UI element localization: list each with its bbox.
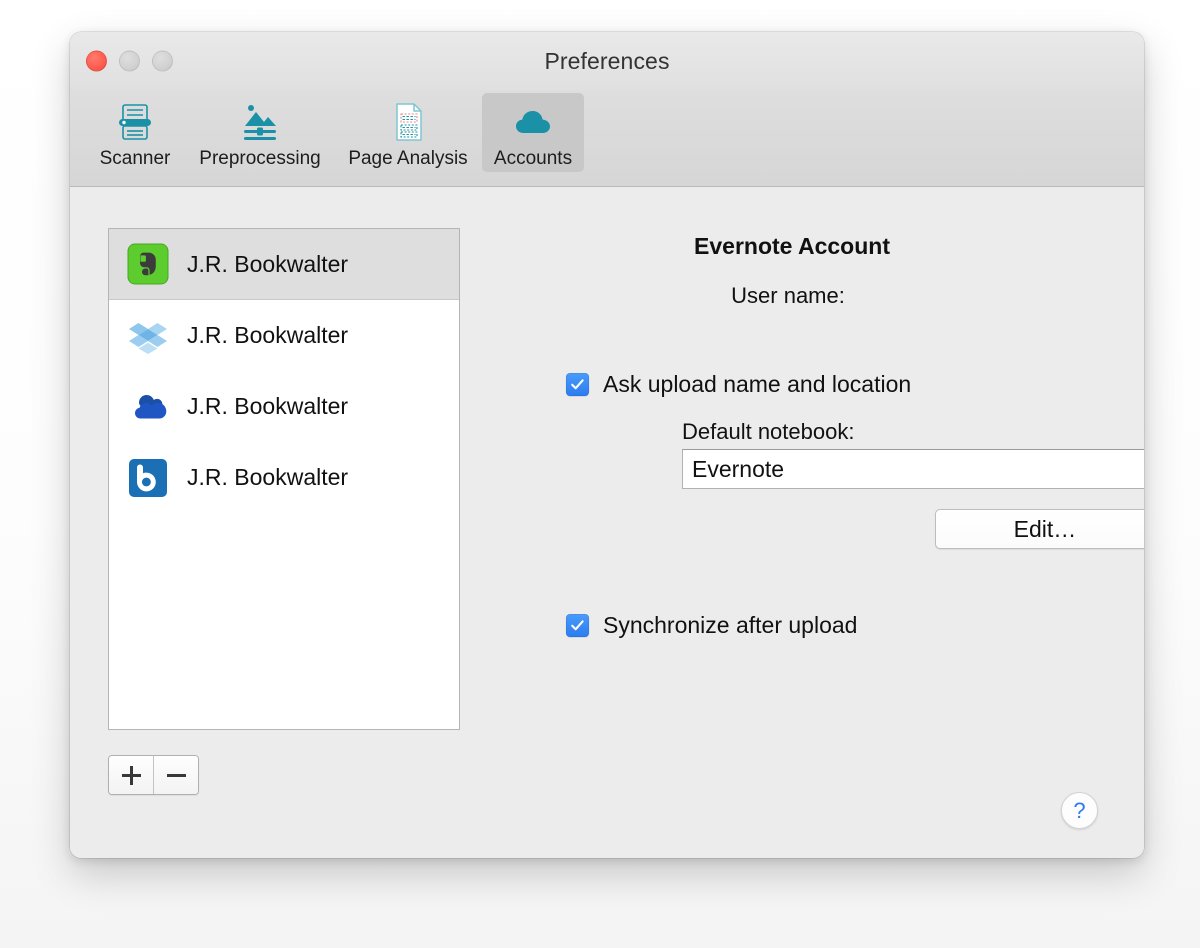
list-item[interactable]: J.R. Bookwalter [109, 300, 459, 371]
window-title: Preferences [544, 47, 670, 74]
evernote-icon [127, 243, 169, 285]
tab-accounts[interactable]: Accounts [482, 93, 584, 172]
username-label: User name: [731, 283, 845, 308]
close-window-button[interactable] [86, 50, 107, 72]
list-item[interactable]: J.R. Bookwalter [109, 229, 459, 300]
tab-preprocessing[interactable]: Preprocessing [186, 93, 334, 172]
traffic-lights [86, 50, 173, 72]
tab-scanner[interactable]: Scanner [84, 93, 186, 172]
minimize-window-button[interactable] [119, 50, 140, 72]
checkmark-icon [571, 379, 584, 390]
onedrive-icon [135, 394, 167, 418]
synchronize-label: Synchronize after upload [603, 612, 858, 638]
minus-icon [166, 766, 186, 785]
tab-accounts-label: Accounts [493, 148, 573, 169]
edit-button[interactable]: Edit… [935, 509, 1144, 549]
box-icon [129, 458, 167, 497]
tab-preprocessing-label: Preprocessing [199, 148, 321, 169]
list-item[interactable]: J.R. Bookwalter [109, 442, 459, 513]
image-adjust-icon [237, 99, 283, 145]
synchronize-checkbox[interactable] [566, 614, 589, 637]
ask-upload-row[interactable]: Ask upload name and location [566, 371, 911, 398]
list-item[interactable]: J.R. Bookwalter [109, 371, 459, 442]
preferences-window: Preferences Scanner Preprocessing Page A… [70, 32, 1144, 858]
list-item-label: J.R. Bookwalter [187, 393, 349, 419]
tab-scanner-label: Scanner [99, 148, 171, 169]
list-item-label: J.R. Bookwalter [187, 250, 349, 277]
page-title: Evernote Account [694, 233, 890, 259]
plus-icon [121, 765, 141, 785]
tab-page-analysis[interactable]: Page Analysis [334, 93, 482, 172]
synchronize-row[interactable]: Synchronize after upload [566, 612, 857, 639]
list-controls [108, 755, 199, 795]
accounts-list[interactable]: J.R. Bookwalter J.R. Bookwalter J.R. Boo… [108, 228, 460, 730]
checkmark-icon [571, 620, 584, 631]
scanner-icon [112, 99, 158, 145]
list-item-label: J.R. Bookwalter [187, 322, 349, 348]
ask-upload-checkbox[interactable] [566, 373, 589, 396]
document-analysis-icon [385, 99, 431, 145]
dropbox-icon [129, 322, 167, 354]
preferences-toolbar: Scanner Preprocessing Page Analysis Acco… [70, 90, 1144, 187]
window-titlebar: Preferences [70, 32, 1144, 90]
preferences-content: J.R. Bookwalter J.R. Bookwalter J.R. Boo… [70, 187, 1144, 858]
tab-page-analysis-label: Page Analysis [348, 148, 468, 169]
ask-upload-label: Ask upload name and location [603, 371, 912, 397]
default-notebook-input[interactable] [682, 449, 1144, 489]
help-button[interactable]: ? [1061, 792, 1098, 829]
remove-account-button[interactable] [153, 756, 198, 794]
cloud-icon [510, 99, 556, 145]
default-notebook-label: Default notebook: [682, 419, 855, 444]
add-account-button[interactable] [109, 756, 153, 794]
zoom-window-button[interactable] [152, 50, 173, 72]
list-item-label: J.R. Bookwalter [187, 464, 349, 490]
account-detail-panel: Evernote Account User name: Ask upload n… [480, 187, 1144, 858]
username-row: User name: [480, 283, 1096, 309]
